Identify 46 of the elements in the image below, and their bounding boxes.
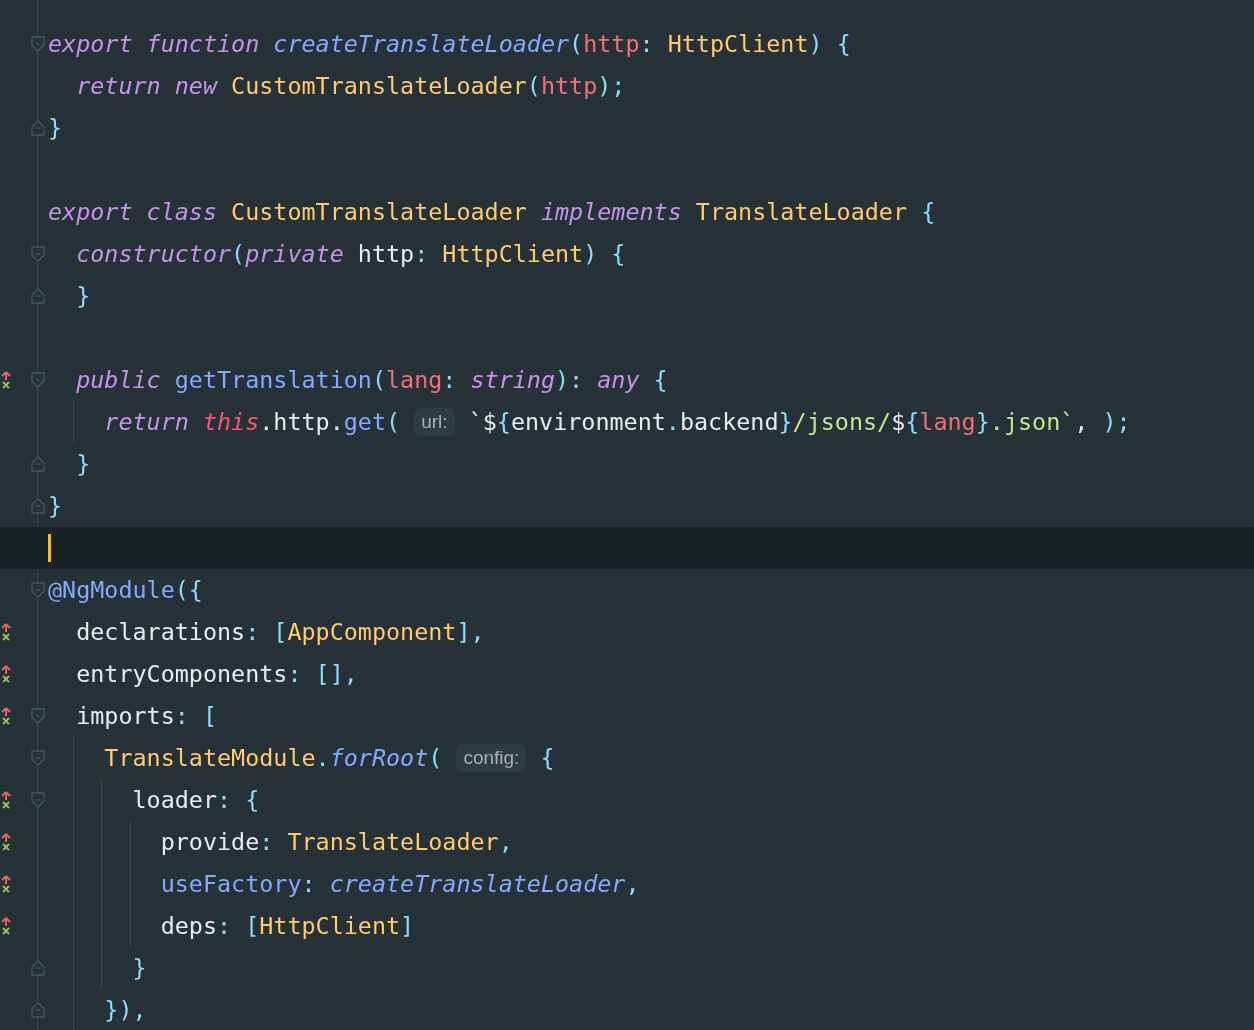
code-text: {: [539, 744, 555, 772]
code-text: provide: TranslateLoader,: [159, 828, 513, 856]
code-text: loader: {: [131, 786, 260, 814]
arrow-cross-icon[interactable]: [1, 917, 11, 935]
parameter-hint: url:: [414, 408, 455, 436]
code-text: }: [131, 954, 147, 982]
code-text: }: [48, 114, 63, 142]
code-text: deps: [HttpClient]: [159, 912, 415, 940]
fold-icon[interactable]: [31, 792, 45, 808]
code-text: return this.http.get(: [103, 408, 402, 436]
code-text: }: [75, 282, 91, 310]
code-text: public getTranslation(lang: string): any {: [75, 366, 668, 394]
code-text: useFactory: createTranslateLoader,: [159, 870, 640, 898]
fold-icon[interactable]: [31, 36, 45, 52]
fold-icon[interactable]: [31, 246, 45, 262]
code-text: constructor(private http: HttpClient) {: [75, 240, 626, 268]
unfold-icon[interactable]: [31, 288, 45, 304]
arrow-cross-icon[interactable]: [1, 833, 11, 851]
unfold-icon[interactable]: [31, 960, 45, 976]
arrow-cross-icon[interactable]: [1, 665, 11, 683]
code-text: }),: [103, 996, 147, 1024]
arrow-cross-icon[interactable]: [1, 371, 11, 389]
code-text: return new CustomTranslateLoader(http);: [75, 72, 626, 100]
code-text: TranslateModule.forRoot(: [103, 744, 444, 772]
arrow-cross-icon[interactable]: [1, 707, 11, 725]
code-text: export function createTranslateLoader(http: HttpClient) {: [48, 30, 851, 58]
arrow-cross-icon[interactable]: [1, 875, 11, 893]
unfold-icon[interactable]: [31, 1002, 45, 1018]
code-text: }: [75, 450, 91, 478]
code-text: }: [48, 492, 63, 520]
arrow-cross-icon[interactable]: [1, 791, 11, 809]
fold-icon[interactable]: [31, 582, 45, 598]
fold-icon[interactable]: [31, 708, 45, 724]
unfold-icon[interactable]: [31, 456, 45, 472]
code-text: imports: [: [75, 702, 217, 730]
parameter-hint: config:: [456, 744, 527, 772]
unfold-icon[interactable]: [31, 120, 45, 136]
unfold-icon[interactable]: [31, 498, 45, 514]
code-text: `${environment.backend}/jsons/${lang}.json`, );: [467, 408, 1131, 436]
fold-icon[interactable]: [31, 372, 45, 388]
code-text: declarations: [AppComponent],: [75, 618, 485, 646]
code-text: entryComponents: [],: [75, 660, 358, 688]
code-text: export class CustomTranslateLoader implements TranslateLoader {: [48, 198, 936, 226]
arrow-cross-icon[interactable]: [1, 623, 11, 641]
code-text: @NgModule({: [48, 576, 203, 604]
fold-icon[interactable]: [31, 750, 45, 766]
